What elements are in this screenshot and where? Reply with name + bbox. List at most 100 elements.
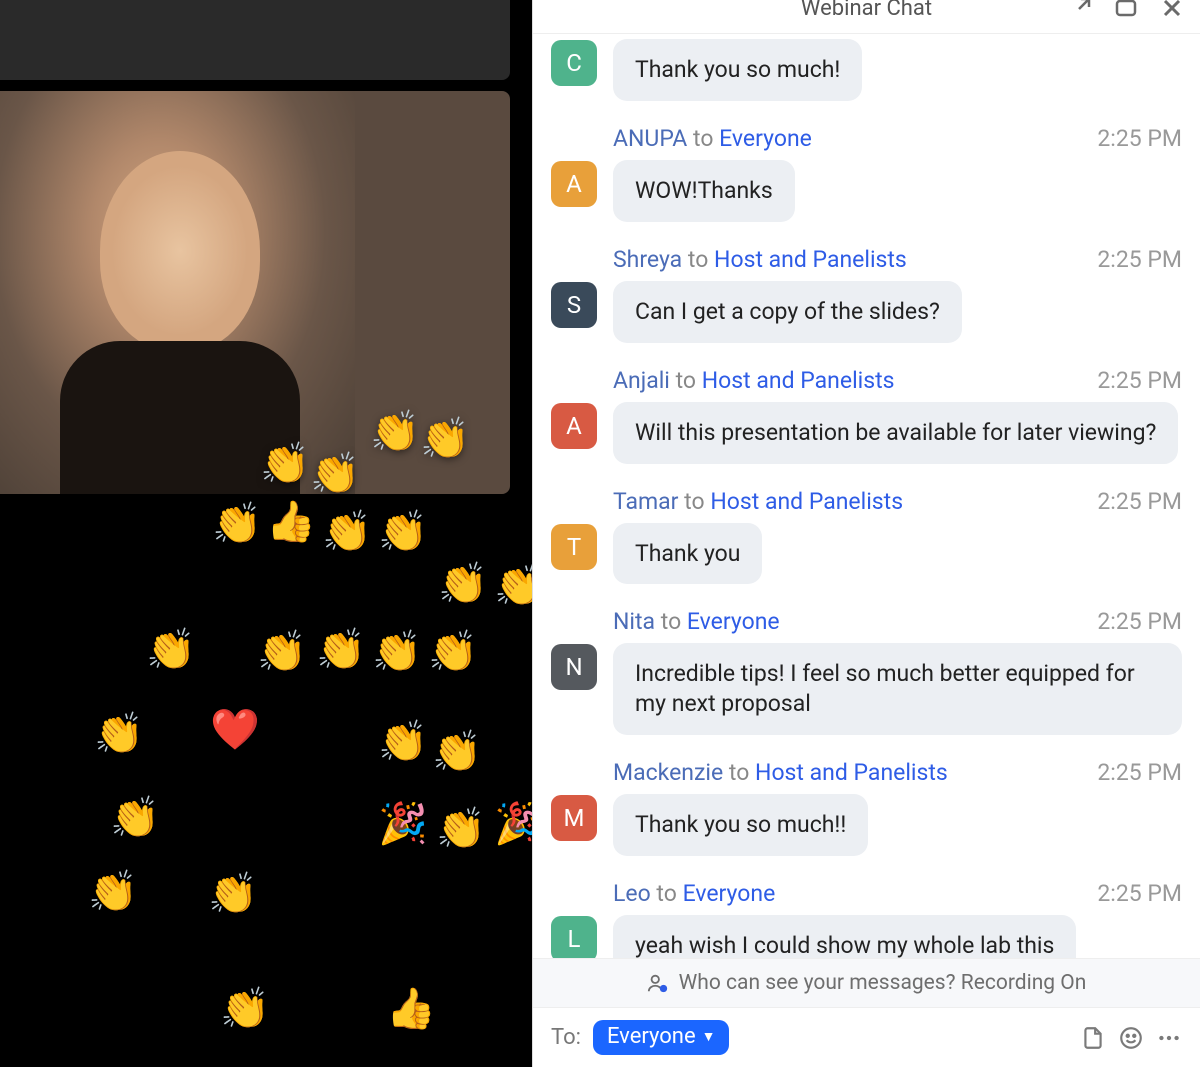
message-bubble[interactable]: Thank you so much!! <box>613 794 868 856</box>
recipient-name[interactable]: Everyone <box>687 608 780 635</box>
chat-message: A ANUPA to Everyone 2:25 PM WOW!Thanks <box>551 125 1182 222</box>
message-sender-line: Leo to Everyone <box>613 880 775 907</box>
to-word: to <box>729 759 749 786</box>
chat-message: N Nita to Everyone 2:25 PM Incredible tips!… <box>551 608 1182 735</box>
avatar: M <box>551 795 597 841</box>
avatar: C <box>551 40 597 86</box>
recipient-dropdown[interactable]: Everyone ▼ <box>593 1020 730 1055</box>
chevron-down-icon: ▼ <box>702 1028 716 1045</box>
message-bubble[interactable]: WOW!Thanks <box>613 160 795 222</box>
chat-message: A Anjali to Host and Panelists 2:25 PM Will… <box>551 367 1182 464</box>
to-word: to <box>684 488 704 515</box>
recipient-name[interactable]: Everyone <box>683 880 776 907</box>
message-list[interactable]: CChynna to Everyone2:25 PMThank you so m… <box>533 34 1200 958</box>
chat-message: T Tamar to Host and Panelists 2:25 PM Thank… <box>551 488 1182 585</box>
reaction-emoji: 👏 <box>432 728 482 775</box>
avatar: N <box>551 644 597 690</box>
reaction-emoji: 👏 <box>436 805 486 852</box>
reaction-emoji: 👏 <box>212 500 262 547</box>
to-label: To: <box>551 1025 581 1050</box>
chat-message: L Leo to Everyone 2:25 PM yeah wish I could… <box>551 880 1182 958</box>
sender-name[interactable]: Leo <box>613 880 651 907</box>
people-icon <box>647 972 669 994</box>
to-word: to <box>693 125 713 152</box>
chat-header: Webinar Chat <box>533 0 1200 34</box>
message-sender-line: Shreya to Host and Panelists <box>613 246 907 273</box>
sender-name[interactable]: ANUPA <box>613 125 687 152</box>
to-word: to <box>656 880 676 907</box>
reaction-emoji: 👏 <box>372 628 422 675</box>
sender-name[interactable]: Anjali <box>613 367 670 394</box>
message-sender-line: Tamar to Host and Panelists <box>613 488 903 515</box>
expand-icon[interactable] <box>1114 0 1138 20</box>
message-time: 2:25 PM <box>1097 488 1182 515</box>
sender-name[interactable]: Nita <box>613 608 655 635</box>
reaction-emoji: 👏 <box>220 985 270 1032</box>
message-bubble[interactable]: Thank you <box>613 523 762 585</box>
reaction-emoji: 🎉 <box>378 800 428 847</box>
chat-message: CChynna to Everyone2:25 PMThank you so m… <box>551 34 1182 101</box>
chat-title: Webinar Chat <box>801 0 932 21</box>
more-icon[interactable] <box>1156 1025 1182 1051</box>
reaction-emoji: 👏 <box>378 718 428 765</box>
video-tile-main[interactable] <box>0 91 510 494</box>
message-time: 2:25 PM <box>1097 880 1182 907</box>
message-sender-line: Anjali to Host and Panelists <box>613 367 895 394</box>
message-sender-line: Mackenzie to Host and Panelists <box>613 759 948 786</box>
recipient-name[interactable]: Host and Panelists <box>755 759 948 786</box>
participant-video <box>0 91 355 494</box>
reaction-emoji: 👏 <box>88 868 138 915</box>
avatar: A <box>551 403 597 449</box>
reaction-emoji: ❤️ <box>210 706 260 753</box>
reaction-emoji: 👏 <box>257 628 307 675</box>
avatar: A <box>551 161 597 207</box>
visibility-notice[interactable]: Who can see your messages? Recording On <box>533 958 1200 1007</box>
message-time: 2:25 PM <box>1097 759 1182 786</box>
sender-name[interactable]: Tamar <box>613 488 678 515</box>
chat-input-bar: To: Everyone ▼ <box>533 1007 1200 1067</box>
popout-icon[interactable] <box>1068 0 1092 20</box>
video-tile-secondary <box>0 0 510 80</box>
reaction-emoji: 👏 <box>378 508 428 555</box>
reaction-emoji: 👏 <box>146 626 196 673</box>
message-time: 2:25 PM <box>1097 125 1182 152</box>
message-sender-line: ANUPA to Everyone <box>613 125 812 152</box>
chat-message: S Shreya to Host and Panelists 2:25 PM Can … <box>551 246 1182 343</box>
recipient-name[interactable]: Host and Panelists <box>710 488 903 515</box>
message-bubble[interactable]: Will this presentation be available for … <box>613 402 1178 464</box>
reaction-emoji: 👏 <box>316 626 366 673</box>
reaction-emoji: 👏 <box>94 710 144 757</box>
sender-name[interactable]: Shreya <box>613 246 682 273</box>
recipient-name[interactable]: Everyone <box>719 125 812 152</box>
file-icon[interactable] <box>1080 1025 1106 1051</box>
reaction-emoji: 👏 <box>110 794 160 841</box>
message-sender-line: Nita to Everyone <box>613 608 780 635</box>
chat-panel: Webinar Chat CChynna to Everyone2:25 PMT… <box>532 0 1200 1067</box>
recipient-label: Everyone <box>607 1024 696 1049</box>
reaction-emoji: 👏 <box>208 870 258 917</box>
avatar: L <box>551 916 597 958</box>
emoji-icon[interactable] <box>1118 1025 1144 1051</box>
recipient-name[interactable]: Host and Panelists <box>702 367 895 394</box>
chat-message: M Mackenzie to Host and Panelists 2:25 PM T… <box>551 759 1182 856</box>
message-bubble[interactable]: Can I get a copy of the slides? <box>613 281 962 343</box>
avatar: T <box>551 524 597 570</box>
reaction-emoji: 👏 <box>322 508 372 555</box>
to-word: to <box>676 367 696 394</box>
close-icon[interactable] <box>1160 0 1184 20</box>
message-bubble[interactable]: Thank you so much! <box>613 39 862 101</box>
avatar: S <box>551 282 597 328</box>
message-time: 2:25 PM <box>1097 608 1182 635</box>
message-bubble[interactable]: yeah wish I could show my whole lab this <box>613 915 1076 958</box>
message-time: 2:25 PM <box>1097 367 1182 394</box>
notice-text: Who can see your messages? Recording On <box>679 971 1087 995</box>
sender-name[interactable]: Mackenzie <box>613 759 723 786</box>
message-bubble[interactable]: Incredible tips! I feel so much better e… <box>613 643 1182 735</box>
reaction-emoji: 👏 <box>438 560 488 607</box>
to-word: to <box>688 246 708 273</box>
recipient-name[interactable]: Host and Panelists <box>714 246 907 273</box>
video-panel: 👏👏👏👏👏👍👏👏👏👏👏👏👏👏👏👏❤️👏👏👏🎉👏🎉👏👏👏👍 <box>0 0 532 1067</box>
message-time: 2:25 PM <box>1097 246 1182 273</box>
reaction-emoji: 👏 <box>428 628 478 675</box>
reaction-emoji: 👍 <box>266 498 316 545</box>
